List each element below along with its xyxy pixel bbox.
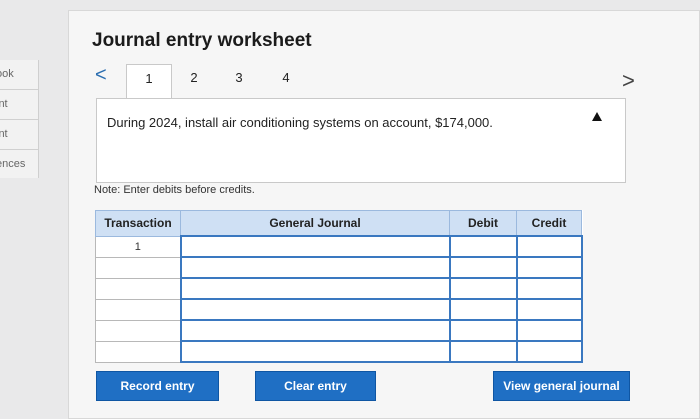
credit-input[interactable] [515,277,583,300]
side-navigation: ook int int ences [0,60,39,178]
debit-input[interactable] [448,277,518,300]
debit-input[interactable] [448,340,518,363]
debit-input[interactable] [448,235,518,258]
instruction-note: Note: Enter debits before credits. [94,184,255,196]
table-row [95,319,583,342]
sidebar-item-hint[interactable]: int [0,120,38,150]
sidebar-item-label: int [0,128,8,140]
transaction-column-header: Transaction [95,210,181,237]
transaction-description: During 2024, install air conditioning sy… [107,115,493,130]
transaction-description-box: During 2024, install air conditioning sy… [96,98,626,183]
account-select[interactable] [179,298,451,321]
page-title: Journal entry worksheet [92,30,312,51]
sidebar-item-print[interactable]: int [0,90,38,120]
view-general-journal-button[interactable]: View general journal [493,371,630,401]
journal-entry-table: Transaction General Journal Debit Credit… [95,210,583,363]
general-journal-column-header: General Journal [180,210,450,237]
table-row [95,298,583,321]
transaction-number [95,277,181,300]
credit-input[interactable] [515,256,583,279]
sidebar-item-references[interactable]: ences [0,150,38,179]
credit-input[interactable] [515,319,583,342]
sidebar-item-label: ook [0,68,14,80]
account-select[interactable] [179,235,451,258]
debit-input[interactable] [448,319,518,342]
account-select[interactable] [179,256,451,279]
clear-entry-button[interactable]: Clear entry [255,371,376,401]
debit-input[interactable] [448,256,518,279]
previous-arrow-icon[interactable]: < [95,64,107,87]
next-arrow-icon[interactable]: > [622,68,635,94]
transaction-number [95,298,181,321]
account-select[interactable] [179,277,451,300]
sidebar-item-book[interactable]: ook [0,60,38,90]
table-row: 1 [95,235,583,258]
credit-column-header: Credit [516,210,582,237]
account-select[interactable] [179,319,451,342]
transaction-number [95,319,181,342]
sidebar-item-label: ences [0,158,26,170]
credit-input[interactable] [515,235,583,258]
tab-4[interactable]: 4 [264,64,308,94]
table-header-row: Transaction General Journal Debit Credit [95,210,582,237]
mouse-cursor-icon [592,112,602,121]
record-entry-button[interactable]: Record entry [96,371,219,401]
tab-2[interactable]: 2 [172,64,216,94]
table-row [95,340,583,363]
transaction-number [95,340,181,363]
debit-input[interactable] [448,298,518,321]
credit-input[interactable] [515,298,583,321]
transaction-number: 1 [95,235,181,258]
tab-3[interactable]: 3 [217,64,261,94]
transaction-number [95,256,181,279]
table-row [95,277,583,300]
tab-1[interactable]: 1 [126,64,172,101]
sidebar-item-label: int [0,98,8,110]
account-select[interactable] [179,340,451,363]
table-row [95,256,583,279]
debit-column-header: Debit [449,210,517,237]
credit-input[interactable] [515,340,583,363]
